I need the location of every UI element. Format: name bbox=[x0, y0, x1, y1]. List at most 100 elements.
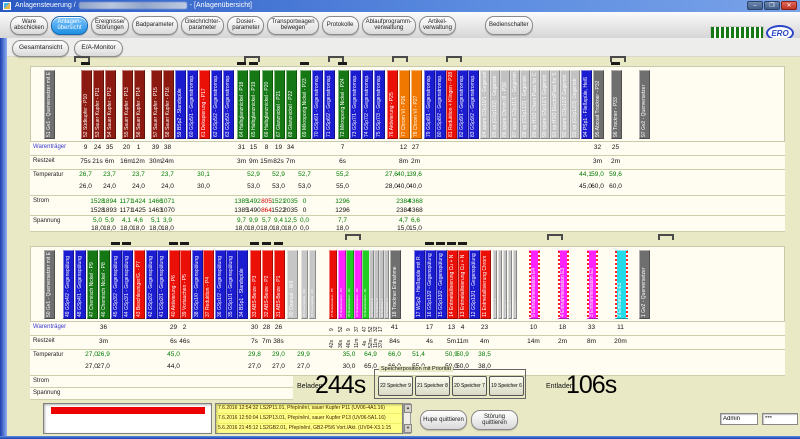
station-bar-28[interactable]: 28 Oxa-Heating - W1 bbox=[309, 250, 316, 319]
toolbar-button-ereignisse-st-rungen[interactable]: Ereignisse/ Störungen bbox=[91, 16, 129, 35]
station-bar-11[interactable]: 11 Entmetallisierung Chrom bbox=[480, 250, 491, 319]
station-bar-1[interactable]: 1 Gv2 - Querversetzer bbox=[639, 250, 650, 319]
station-bar-47[interactable]: 47 Chemisch Nickel - P9 bbox=[87, 250, 98, 319]
station-bar-69[interactable]: 69 Mikroporig Nickel - P23 bbox=[300, 70, 311, 139]
toolbar-button-ware-abschicken[interactable]: Ware abschicken bbox=[10, 16, 48, 35]
minimize-button[interactable]: – bbox=[747, 1, 763, 10]
station-bar-40[interactable]: 40 Aktivierung - P6 bbox=[169, 250, 180, 319]
close-button[interactable]: ✕ bbox=[781, 1, 797, 10]
station-bar-97[interactable]: 97 Gv2 - Querversetzer bbox=[639, 70, 650, 139]
maximize-button[interactable]: ❐ bbox=[764, 1, 780, 10]
station-bar-68[interactable]: 68 Glanznickel - P22 bbox=[286, 70, 297, 139]
station-bar-36[interactable]: 36 GSp1/2 - Gegenspülung bbox=[215, 250, 226, 319]
station-bar-54[interactable]: 54 Sauer Kupfer - P12 bbox=[105, 70, 116, 139]
hupe-quittieren-button[interactable]: Hupe quittieren bbox=[420, 410, 467, 430]
station-bar-63[interactable]: 63 GSp5/3 - Gegenstromsp. bbox=[223, 70, 234, 139]
station-bar-89[interactable]: 89 sp.HSO Chem-Pass for C bbox=[530, 70, 540, 139]
scroll-up-icon[interactable]: ▲ bbox=[404, 404, 412, 413]
station-bar-66[interactable]: 66 Halbglanznickel - P20 bbox=[262, 70, 273, 139]
station-bar-38[interactable]: 38 GSp1/0 - Gegenspülung bbox=[192, 250, 203, 319]
station-bar-45[interactable]: 45 GSp3/2 - Gegenspülung bbox=[111, 250, 122, 319]
toolbar-button-gleichrichter-parameter[interactable]: Gleichrichter- parameter bbox=[181, 16, 225, 35]
station-bar-95[interactable]: 95 Abcoat Trockner - P32 bbox=[593, 70, 604, 139]
station-bar-87[interactable]: 87 spare GSp11/1 - Gegenstr. bbox=[510, 70, 520, 139]
station-bar-93[interactable]: 93 sp.(GSp12/3) Gegenstr. bbox=[570, 70, 580, 139]
station-bar-84[interactable]: 84 spare GSp10/1 - Gegenstr. bbox=[480, 70, 490, 139]
station-bar-77[interactable]: 77 Chrom VI - P26 bbox=[399, 70, 410, 139]
subtoolbar-button-gesamtansicht[interactable]: Gesamtansicht bbox=[12, 40, 69, 57]
station-bar-41[interactable]: 41 GSp2/1 - Gegenspülung bbox=[157, 250, 168, 319]
user-field[interactable] bbox=[720, 413, 758, 425]
station-bar-35[interactable]: 35 GSp1/1 - Gegenspülung bbox=[226, 250, 237, 319]
station-bar-51[interactable]: 51 Gv1 - Querversetzer mit E bbox=[44, 70, 55, 139]
station-bar-19[interactable]: 19 Speicher 6 bbox=[384, 250, 389, 319]
station-bar-18[interactable]: 18 Trockner Entnahme bbox=[390, 250, 401, 319]
station-bar-91[interactable]: 91 sp.HSO ElectroPass for S bbox=[550, 70, 560, 139]
station-bar-6[interactable]: 6 Speicher 1 bbox=[513, 250, 517, 319]
station-bar-86[interactable]: 86 spare Chrom III - P30 bbox=[500, 70, 510, 139]
station-bar-76[interactable]: 76 Aktivierung - P25 bbox=[387, 70, 398, 139]
station-bar-12[interactable]: 12 GSp13/1 - Gegenspülung bbox=[469, 250, 480, 319]
station-bar-62[interactable]: 62 GSp5/2 - Gegenstromsp. bbox=[211, 70, 222, 139]
station-bar-32[interactable]: 32 ABS-Beize - P2 bbox=[262, 250, 273, 319]
toolbar-button-ablaufprogramm-verwaltung[interactable]: Ablaufprogramm- verwaltung bbox=[362, 16, 416, 35]
station-bar-75[interactable]: 75 GSp7/3 - Gegenstromsp. bbox=[374, 70, 385, 139]
station-bar-8[interactable]: 8 Speicher 3 bbox=[503, 250, 507, 319]
station-bar-34[interactable]: 34 BSp1 - Standspüle bbox=[237, 250, 248, 319]
station-bar-74[interactable]: 74 GSp7/2 - Gegenstromsp. bbox=[362, 70, 373, 139]
station-bar-42[interactable]: 42 GSp2/2 - Gegenspülung bbox=[146, 250, 157, 319]
station-bar-71[interactable]: 71 GSp6/2 - Gegenstromsp. bbox=[324, 70, 335, 139]
station-bar-56[interactable]: 56 Sauer Kupfer - P14 bbox=[134, 70, 145, 139]
station-bar-65[interactable]: 65 Halbglanznickel - P19 bbox=[249, 70, 260, 139]
station-bar-31[interactable]: 31 ABS-Beize - P1 bbox=[274, 250, 285, 319]
toolbar-button-dosier-parameter[interactable]: Dosier- parameter bbox=[227, 16, 264, 35]
station-bar-43[interactable]: 43 Beschleuniger/G. - P7 bbox=[134, 250, 145, 319]
station-bar-15[interactable]: 15 GSp13/2 - Gegenspülung bbox=[436, 250, 447, 319]
station-bar-46[interactable]: 46 Chemisch Nickel - P8 bbox=[99, 250, 110, 319]
subtoolbar-button-e-a-monitor[interactable]: E/A-Monitor bbox=[74, 40, 122, 57]
station-bar-7[interactable]: 7 Speicher 2 bbox=[508, 250, 512, 319]
station-bar-16[interactable]: 16 GSp13/2 - Gegenspülung bbox=[425, 250, 436, 319]
station-bar-4[interactable]: 4 Entnahmestation E3 bbox=[558, 250, 569, 319]
stoerung-quittieren-button[interactable]: Störung quittieren bbox=[471, 410, 518, 430]
station-bar-50[interactable]: 50 Gv1 - Querversetzer mit E bbox=[44, 250, 55, 319]
station-bar-80[interactable]: 80 GSp8/2 - Gegenstromsp. bbox=[435, 70, 446, 139]
station-bar-30[interactable]: 30 Oxamat - W3 bbox=[287, 250, 298, 319]
station-bar-53[interactable]: 53 Sauer Kupfer - P11 bbox=[93, 70, 104, 139]
station-bar-59[interactable]: 59 BSp2 - Standspüle bbox=[175, 70, 186, 139]
station-bar-39[interactable]: 39 Vortauchen - P5 bbox=[180, 250, 191, 319]
station-bar-2[interactable]: 2 Entnahme E1 bbox=[615, 250, 628, 319]
toolbar-button-bedienschalter[interactable]: Bedienschalter bbox=[485, 16, 533, 35]
alarm-listbox[interactable] bbox=[43, 403, 212, 434]
station-bar-96[interactable]: 96 Trockner - P33 bbox=[611, 70, 622, 139]
station-bar-9[interactable]: 9 Speicher 4 bbox=[498, 250, 502, 319]
station-bar-83[interactable]: 83 GSp9/2 - Gegenstromsp. bbox=[468, 70, 479, 139]
station-bar-3[interactable]: 3 Entnahmestation E2 bbox=[587, 250, 598, 319]
station-bar-33[interactable]: 33 ABS-Beize - P3 bbox=[250, 250, 261, 319]
log-row[interactable]: 7.6.2016 12:54:32LS2P11.01, Přepínění, s… bbox=[216, 404, 402, 414]
station-bar-26[interactable]: 26 Beladestation - B4 bbox=[338, 250, 346, 319]
speicher-button-4[interactable]: 19 Speicher 6 bbox=[489, 376, 524, 396]
station-bar-55[interactable]: 55 Sauer Kupfer - P13 bbox=[122, 70, 133, 139]
toolbar-button-transportwagen-bewegen[interactable]: Transportwagen bewegen bbox=[267, 16, 318, 35]
station-bar-49[interactable]: 49 GSp4/2 - Gegenspülung bbox=[63, 250, 74, 319]
station-bar-10[interactable]: 10 Speicher 5 bbox=[493, 250, 497, 319]
toolbar-button-protokolle[interactable]: Protokolle bbox=[322, 16, 359, 35]
station-bar-88[interactable]: 88 sp.(GSp11/2) - Gegenstr. bbox=[520, 70, 530, 139]
station-bar-25[interactable]: 25 Beladestation - B3 bbox=[346, 250, 354, 319]
station-bar-52[interactable]: 52 Südkupfer - P10 bbox=[81, 70, 92, 139]
scroll-down-icon[interactable]: ▼ bbox=[404, 424, 412, 433]
station-bar-29[interactable]: 29 Oxa-Heating - W2 bbox=[301, 250, 308, 319]
station-bar-85[interactable]: 85 sp.(GSp10/2) - Gegenstr. bbox=[490, 70, 500, 139]
toolbar-button-artikel-verwaltung[interactable]: Artikel- verwaltung bbox=[419, 16, 456, 35]
station-bar-81[interactable]: 81 Reduktion + Klingen - P28 bbox=[446, 70, 457, 139]
station-bar-78[interactable]: 78 Chrom VI - P27 bbox=[411, 70, 422, 139]
station-bar-24[interactable]: 24 Beladestation - B2 bbox=[354, 250, 362, 319]
station-bar-94[interactable]: 94 PSp1 - Fließspüle, Heiß bbox=[581, 70, 592, 139]
station-bar-70[interactable]: 70 GSp6/1 - Gegenstromsp. bbox=[312, 70, 323, 139]
speicher-button-3[interactable]: 20 Speicher 7 bbox=[452, 376, 487, 396]
station-bar-37[interactable]: 37 Reduktion - P4 bbox=[203, 250, 214, 319]
station-bar-60[interactable]: 60 GSp5/1 - Gegenstromsp. bbox=[187, 70, 198, 139]
station-bar-73[interactable]: 73 GSp7/1 - Gegenstromsp. bbox=[350, 70, 361, 139]
log-row[interactable]: 7.6.2016 12:50:04LS2P13.01, Přepínění, s… bbox=[216, 414, 402, 424]
